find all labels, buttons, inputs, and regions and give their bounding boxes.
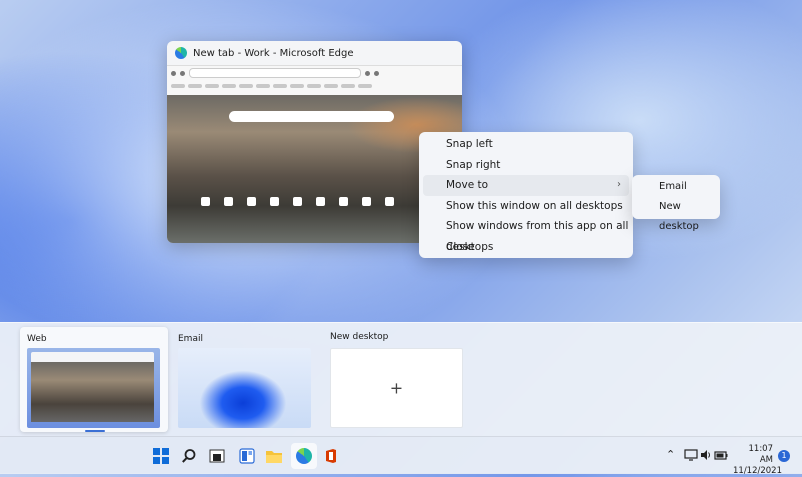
- menu-item-label: Snap right: [446, 158, 501, 171]
- submenu-item-label: Email: [659, 181, 687, 192]
- menu-item-show-window-all-desktops[interactable]: Show this window on all desktops: [419, 196, 633, 217]
- task-view-button[interactable]: [207, 446, 227, 466]
- window-titlebar[interactable]: New tab - Work - Microsoft Edge: [167, 41, 462, 65]
- widgets-button[interactable]: [237, 446, 257, 466]
- new-tab-page: [167, 95, 462, 243]
- menu-item-show-app-all-desktops[interactable]: Show windows from this app on all deskto…: [419, 216, 633, 253]
- menu-item-label: Snap left: [446, 138, 493, 150]
- taskbar: ⌃: [0, 436, 802, 474]
- address-bar: [189, 68, 361, 78]
- back-icon: [171, 70, 176, 76]
- submenu-item-email[interactable]: Email: [632, 177, 720, 197]
- menu-item-label: Close: [446, 240, 475, 253]
- browser-toolbar: [167, 65, 462, 96]
- desktop-label: Email: [178, 334, 203, 344]
- edge-icon: [296, 448, 312, 464]
- menu-item-close[interactable]: Close: [419, 237, 633, 258]
- move-to-submenu: Email New desktop: [632, 175, 720, 232]
- plus-icon: +: [389, 378, 404, 398]
- windows-logo-icon: [153, 448, 169, 464]
- extension-icon: [365, 70, 370, 76]
- volume-icon[interactable]: [700, 449, 712, 461]
- new-desktop-button[interactable]: +: [330, 348, 463, 428]
- menu-item-snap-left[interactable]: Snap left: [419, 134, 633, 155]
- chevron-up-icon[interactable]: ⌃: [666, 448, 675, 461]
- profile-icon: [374, 70, 379, 76]
- menu-item-move-to[interactable]: Move to ›: [423, 175, 629, 196]
- active-desktop-indicator: [85, 430, 105, 432]
- edge-window-preview[interactable]: New tab - Work - Microsoft Edge: [167, 41, 462, 243]
- search-icon: [182, 449, 196, 463]
- edge-icon: [175, 47, 187, 59]
- clock-time: 11:07 AM: [748, 444, 774, 465]
- menu-item-label: Move to: [446, 179, 489, 191]
- desktop-thumbnail: [27, 348, 160, 428]
- window-context-menu: Snap left Snap right Move to › Show this…: [419, 132, 633, 258]
- desktop-email[interactable]: Email: [172, 327, 320, 432]
- search-button[interactable]: [179, 446, 199, 466]
- office-icon: [326, 449, 336, 463]
- window-title: New tab - Work - Microsoft Edge: [193, 47, 354, 59]
- desktop-new[interactable]: New desktop +: [325, 327, 473, 432]
- submenu-item-label: New desktop: [659, 201, 699, 232]
- folder-icon: [266, 451, 282, 463]
- clock[interactable]: 11:07 AM 11/12/2021: [733, 444, 782, 477]
- notification-badge[interactable]: 1: [778, 450, 790, 462]
- office-button[interactable]: [321, 446, 341, 466]
- desktop-label: Web: [27, 334, 47, 344]
- chevron-right-icon: ›: [617, 179, 621, 190]
- widgets-icon: [239, 448, 255, 464]
- start-button[interactable]: [151, 446, 171, 466]
- refresh-icon: [180, 70, 185, 76]
- desktop-thumbnail: [178, 348, 311, 428]
- task-view-icon: [209, 449, 225, 463]
- virtual-desktops-panel: Web Email New desktop +: [0, 322, 802, 436]
- edge-taskbar-button[interactable]: [291, 443, 317, 469]
- menu-item-label: Show this window on all desktops: [446, 199, 623, 212]
- submenu-item-new-desktop[interactable]: New desktop: [632, 197, 720, 232]
- menu-item-snap-right[interactable]: Snap right: [419, 155, 633, 176]
- page-search-box: [229, 111, 394, 122]
- quick-links: [201, 197, 394, 206]
- clock-date: 11/12/2021: [733, 466, 782, 476]
- desktop-label: New desktop: [330, 332, 389, 342]
- desktop-web[interactable]: Web: [20, 327, 168, 432]
- favorites-bar: [167, 80, 462, 92]
- display-icon[interactable]: [684, 449, 698, 461]
- file-explorer-button[interactable]: [264, 446, 284, 466]
- battery-icon[interactable]: [714, 449, 728, 461]
